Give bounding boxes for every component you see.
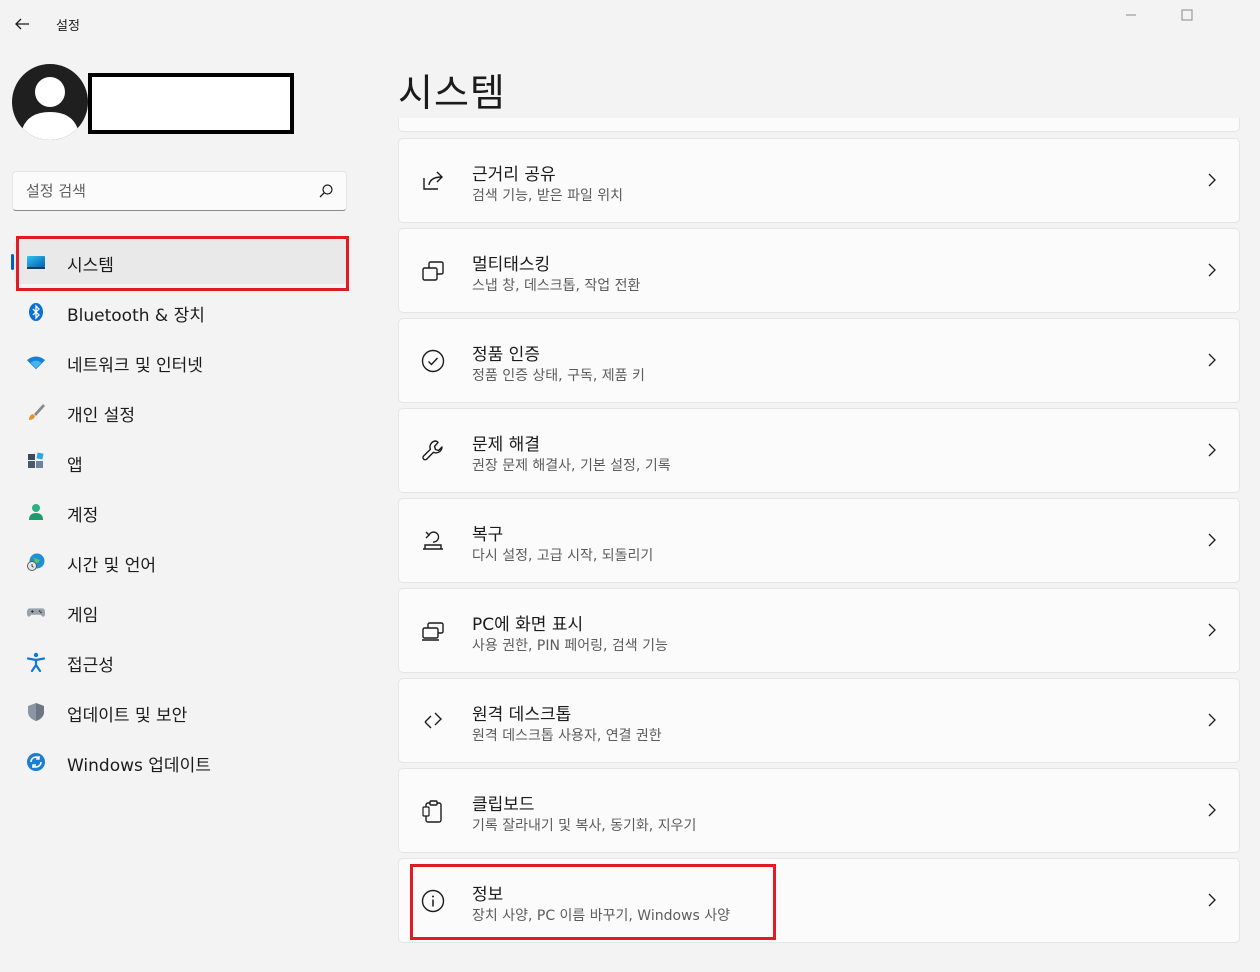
sidebar-item-network[interactable]: 네트워크 및 인터넷 [14,340,347,384]
sidebar-item-label: 앱 [67,456,83,476]
card-troubleshoot[interactable]: 문제 해결 권장 문제 해결사, 기본 설정, 기록 [398,408,1240,493]
multitasking-icon [419,257,447,285]
chevron-right-icon [1208,713,1216,727]
chevron-right-icon [1208,263,1216,277]
remote-desktop-icon [419,707,447,735]
apps-icon [26,452,46,472]
card-title: 근거리 공유 [472,165,556,185]
chevron-right-icon [1208,443,1216,457]
title-bar: 설정 [0,0,1260,48]
clipboard-icon [419,797,447,825]
card-remote-desktop[interactable]: 원격 데스크톱 원격 데스크톱 사용자, 연결 권한 [398,678,1240,763]
sidebar-item-label: 개인 설정 [67,406,135,426]
share-icon [419,167,447,195]
card-title: PC에 화면 표시 [472,615,584,635]
active-indicator [11,254,14,270]
highlight-box-about [410,864,776,940]
card-projecting[interactable]: PC에 화면 표시 사용 권한, PIN 페어링, 검색 기능 [398,588,1240,673]
card-subtitle: 스냅 창, 데스크톱, 작업 전환 [472,278,641,294]
back-arrow-icon [15,18,29,30]
minimize-button[interactable] [1102,0,1160,30]
account-icon [26,502,46,522]
sidebar-item-apps[interactable]: 앱 [14,440,347,484]
search-box[interactable] [12,171,347,211]
card-title: 문제 해결 [472,435,540,455]
sidebar-item-label: 네트워크 및 인터넷 [67,356,203,376]
card-title: 멀티태스킹 [472,255,551,275]
sidebar-item-label: 게임 [67,606,99,626]
card-subtitle: 권장 문제 해결사, 기본 설정, 기록 [472,458,671,474]
sidebar-item-bluetooth[interactable]: Bluetooth & 장치 [14,290,347,334]
brush-icon [26,402,46,422]
maximize-icon [1181,9,1193,21]
globe-clock-icon [26,552,46,572]
sidebar-item-label: 계정 [67,506,99,526]
search-icon[interactable] [318,183,334,199]
card-title: 복구 [472,525,504,545]
app-title: 설정 [56,19,80,34]
check-circle-icon [419,347,447,375]
chevron-right-icon [1208,533,1216,547]
sidebar-item-label: Bluetooth & 장치 [67,306,205,326]
sidebar-item-windows-update[interactable]: Windows 업데이트 [14,740,347,784]
gamepad-icon [26,602,46,622]
chevron-right-icon [1208,623,1216,637]
page-title: 시스템 [398,71,506,115]
chevron-right-icon [1208,893,1216,907]
card-title: 정품 인증 [472,345,540,365]
windows-update-icon [26,752,46,772]
card-recovery[interactable]: 복구 다시 설정, 고급 시작, 되돌리기 [398,498,1240,583]
chevron-right-icon [1208,353,1216,367]
shield-icon [26,702,46,722]
sidebar-item-accessibility[interactable]: 접근성 [14,640,347,684]
minimize-icon [1126,14,1136,16]
chevron-right-icon [1208,803,1216,817]
wrench-icon [419,437,447,465]
accessibility-icon [26,652,46,672]
sidebar-item-label: Windows 업데이트 [67,756,211,776]
account-name-redacted [88,73,294,134]
chevron-right-icon [1208,173,1216,187]
card-title: 클립보드 [472,795,535,815]
sidebar-item-time-language[interactable]: 시간 및 언어 [14,540,347,584]
card-subtitle: 기록 잘라내기 및 복사, 동기화, 지우기 [472,818,697,834]
card-subtitle: 다시 설정, 고급 시작, 되돌리기 [472,548,654,564]
card-multitasking[interactable]: 멀티태스킹 스냅 창, 데스크톱, 작업 전환 [398,228,1240,313]
card-partial [398,118,1240,132]
project-pc-icon [419,617,447,645]
card-nearby-sharing[interactable]: 근거리 공유 검색 기능, 받은 파일 위치 [398,138,1240,223]
maximize-button[interactable] [1158,0,1216,30]
sidebar-item-accounts[interactable]: 계정 [14,490,347,534]
user-silhouette-icon [20,77,80,140]
card-activation[interactable]: 정품 인증 정품 인증 상태, 구독, 제품 키 [398,318,1240,403]
sidebar-item-gaming[interactable]: 게임 [14,590,347,634]
card-title: 원격 데스크톱 [472,705,572,725]
search-input[interactable] [26,180,306,202]
bluetooth-icon [26,302,46,322]
card-subtitle: 원격 데스크톱 사용자, 연결 권한 [472,728,662,744]
card-subtitle: 검색 기능, 받은 파일 위치 [472,188,624,204]
recovery-icon [419,527,447,555]
avatar[interactable] [12,64,88,140]
wifi-icon [26,352,46,372]
card-subtitle: 정품 인증 상태, 구독, 제품 키 [472,368,645,384]
sidebar-item-label: 접근성 [67,656,114,676]
sidebar-item-label: 업데이트 및 보안 [67,706,188,726]
sidebar-item-personalization[interactable]: 개인 설정 [14,390,347,434]
sidebar-item-label: 시간 및 언어 [67,556,157,576]
back-button[interactable] [8,10,36,38]
card-clipboard[interactable]: 클립보드 기록 잘라내기 및 복사, 동기화, 지우기 [398,768,1240,853]
card-subtitle: 사용 권한, PIN 페어링, 검색 기능 [472,638,668,654]
sidebar-item-update-security[interactable]: 업데이트 및 보안 [14,690,347,734]
highlight-box-system [16,236,349,291]
